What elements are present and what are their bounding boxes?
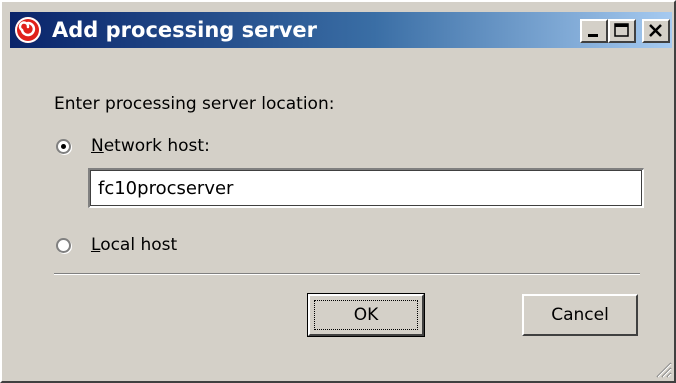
app-red-swirl-icon (15, 17, 41, 43)
close-icon (649, 24, 662, 37)
network-host-label[interactable]: Network host: (91, 136, 210, 156)
network-host-radio[interactable] (56, 139, 71, 154)
maximize-button[interactable] (608, 19, 636, 43)
dialog-window: Add processing server Enter processing s… (0, 0, 676, 383)
network-host-mnemonic: N (91, 136, 104, 156)
local-host-radio[interactable] (56, 238, 71, 253)
location-prompt: Enter processing server location: (54, 94, 335, 114)
focus-ring (314, 300, 418, 330)
network-host-input[interactable] (88, 168, 644, 208)
network-host-label-text: etwork host: (103, 136, 210, 156)
local-host-label[interactable]: Local host (91, 235, 177, 255)
resize-grip-icon[interactable] (654, 360, 672, 378)
window-title: Add processing server (52, 18, 318, 42)
cancel-button[interactable]: Cancel (522, 294, 638, 336)
local-host-mnemonic: L (91, 235, 101, 255)
separator (54, 273, 640, 275)
title-bar[interactable]: Add processing server (10, 12, 672, 48)
minimize-button[interactable] (580, 19, 608, 43)
cancel-button-label: Cancel (551, 305, 609, 325)
maximize-icon (614, 23, 629, 37)
radio-selected-dot (61, 144, 66, 149)
close-button[interactable] (642, 19, 670, 43)
minimize-icon (588, 34, 598, 37)
ok-button[interactable]: OK (307, 293, 425, 337)
local-host-label-text: ocal host (100, 235, 178, 255)
